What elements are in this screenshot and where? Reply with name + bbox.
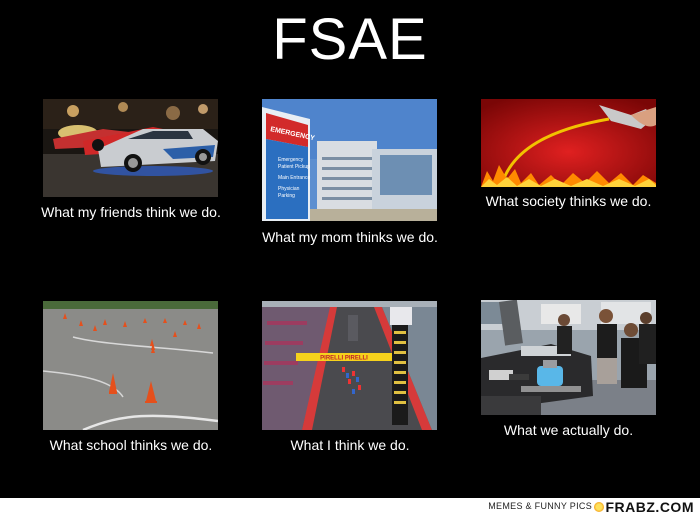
panel-caption-society: What society thinks we do. [485, 193, 652, 209]
panel-caption-actually: What we actually do. [503, 422, 634, 438]
hospital-sign-line: Main Entrance [278, 175, 310, 181]
footer-site-tagline: MEMES & FUNNY PICS [488, 501, 592, 511]
panel-caption-school: What school thinks we do. [49, 437, 213, 453]
panel-image-i-think: PIRELLI PIRELLI [262, 301, 437, 430]
footer-bar: MEMES & FUNNY PICS FRABZ.COM [0, 498, 700, 516]
track-banner-text: PIRELLI PIRELLI [320, 356, 368, 362]
panel-image-actually [481, 300, 656, 415]
hospital-sign-line: Patient Pickup [278, 164, 310, 170]
panel-caption-friends: What my friends think we do. [41, 204, 221, 220]
sun-icon [594, 502, 604, 512]
panel-caption-mom: What my mom thinks we do. [262, 229, 438, 245]
hospital-sign-line: Parking [278, 193, 295, 199]
hospital-sign-line: Emergency [278, 157, 304, 163]
panel-image-school [43, 301, 218, 430]
panel-image-friends [43, 99, 218, 197]
panel-image-mom: EMERGENCY Emergency Patient Pickup Main … [262, 99, 437, 221]
footer-site-logo[interactable]: FRABZ.COM [606, 499, 695, 515]
panel-image-society [481, 99, 656, 187]
panel-caption-i-think: What I think we do. [290, 437, 410, 453]
hospital-sign-line: Physician [278, 186, 300, 192]
meme-title: FSAE [272, 7, 428, 72]
